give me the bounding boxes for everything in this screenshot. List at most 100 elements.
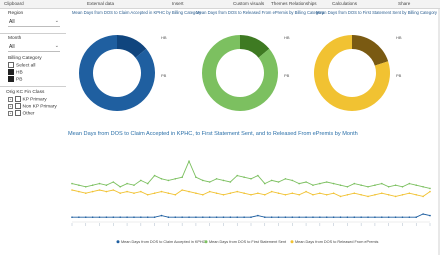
data-point <box>408 182 411 185</box>
data-point <box>146 182 149 185</box>
data-point <box>140 179 142 182</box>
donut-label-pb: PB <box>284 73 290 78</box>
data-point <box>112 189 115 191</box>
data-point <box>140 216 142 218</box>
data-point <box>429 187 431 190</box>
data-point <box>133 192 135 194</box>
data-point <box>160 190 163 193</box>
data-point <box>387 186 390 188</box>
data-point <box>270 190 273 193</box>
data-point <box>78 184 80 186</box>
data-point <box>236 174 239 177</box>
data-point <box>346 186 349 188</box>
data-point <box>277 181 280 183</box>
visuals-canvas: HB PB HB PB HB PB Mean Days from DOS to Claim … <box>71 35 431 244</box>
data-point <box>360 216 362 218</box>
legend-label: Mean Days from DOS to Claim Accepted in … <box>121 240 206 244</box>
data-point <box>394 195 397 198</box>
legend-marker <box>116 240 120 244</box>
data-point <box>84 216 87 218</box>
data-point <box>188 216 190 218</box>
data-point <box>312 216 314 218</box>
data-point <box>270 179 273 182</box>
data-point <box>332 216 335 218</box>
data-point <box>312 194 314 196</box>
data-point <box>263 182 266 185</box>
data-point <box>277 216 280 218</box>
data-point <box>126 190 128 193</box>
data-point <box>325 181 328 183</box>
data-point <box>415 194 418 196</box>
data-point <box>408 192 411 194</box>
data-point <box>195 192 197 194</box>
data-point <box>381 216 383 218</box>
data-point <box>195 176 197 178</box>
data-point <box>257 192 259 194</box>
data-point <box>353 192 356 194</box>
data-point <box>381 192 383 194</box>
data-point <box>422 195 424 198</box>
data-point <box>263 194 266 196</box>
data-point <box>222 194 225 196</box>
data-point <box>105 216 108 218</box>
data-point <box>325 194 328 196</box>
donut-label-pb: PB <box>396 73 402 78</box>
data-point <box>146 194 149 196</box>
data-point <box>360 184 362 186</box>
data-point <box>332 182 335 185</box>
data-point <box>215 216 218 218</box>
data-point <box>208 216 211 218</box>
data-point <box>387 216 390 218</box>
data-point <box>229 181 232 183</box>
data-point <box>250 194 252 196</box>
data-point <box>360 194 362 196</box>
data-point <box>153 216 156 218</box>
data-point <box>188 190 190 193</box>
data-point <box>415 216 418 218</box>
data-point <box>105 190 108 193</box>
data-point <box>284 216 287 218</box>
data-point <box>167 192 170 194</box>
data-point <box>202 216 204 218</box>
data-point <box>429 214 431 217</box>
data-point <box>119 216 121 218</box>
data-point <box>181 216 183 218</box>
data-point <box>374 216 376 218</box>
data-point <box>291 179 294 182</box>
donut-label-pb: PB <box>161 73 167 78</box>
data-point <box>119 186 121 188</box>
data-point <box>312 184 314 186</box>
data-point <box>367 186 369 188</box>
data-point <box>71 216 73 218</box>
legend-label: Mean Days from DOS to Released From ePre… <box>295 240 378 244</box>
data-point <box>374 184 376 186</box>
data-point <box>367 195 369 198</box>
data-point <box>208 190 211 193</box>
data-point <box>119 192 121 194</box>
data-point <box>222 179 225 182</box>
donut-label-hb: HB <box>161 35 167 40</box>
data-point <box>298 194 300 196</box>
data-point <box>133 216 135 218</box>
data-point <box>181 176 183 178</box>
data-point <box>71 189 73 191</box>
data-point <box>105 184 108 186</box>
data-point <box>394 184 397 186</box>
data-point <box>174 178 177 180</box>
data-point <box>167 216 170 218</box>
data-point <box>202 194 204 196</box>
data-point <box>422 186 424 188</box>
data-point <box>305 216 307 218</box>
data-point <box>174 216 177 218</box>
data-point <box>98 182 101 185</box>
data-point <box>257 214 259 217</box>
data-point <box>243 192 245 194</box>
data-point <box>98 216 101 218</box>
data-point <box>257 174 259 177</box>
data-point <box>353 182 356 185</box>
data-point <box>188 160 190 162</box>
data-point <box>229 216 232 218</box>
data-point <box>305 181 307 183</box>
data-point <box>291 216 294 218</box>
donut-label-hb: HB <box>284 35 290 40</box>
